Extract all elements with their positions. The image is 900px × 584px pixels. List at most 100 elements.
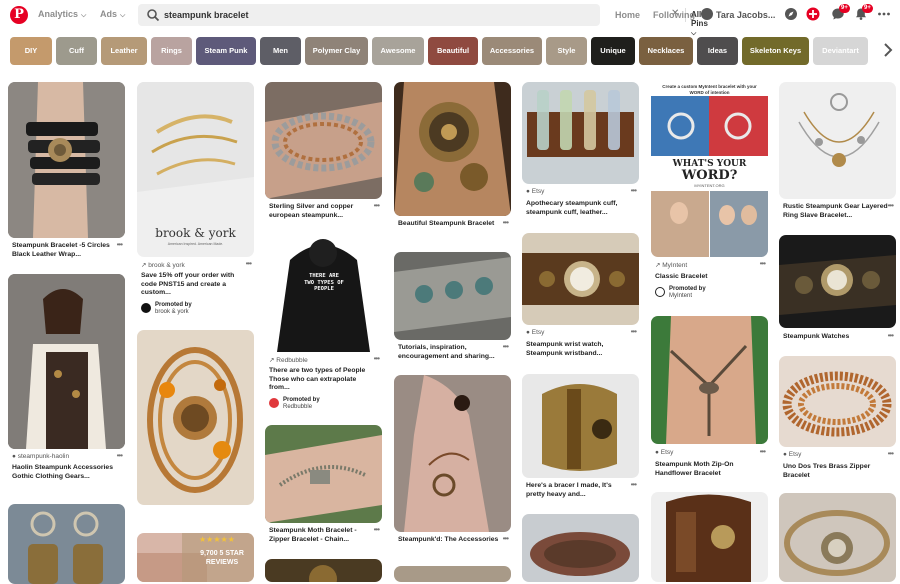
home-link[interactable]: Home <box>615 10 640 20</box>
pin-image[interactable] <box>394 566 511 582</box>
search-input[interactable] <box>164 7 544 23</box>
pin-image[interactable] <box>779 82 896 199</box>
more-options-icon[interactable]: ••• <box>888 331 894 340</box>
pin-image[interactable]: THERE ARE TWO TYPES OF PEOPLE <box>265 235 382 352</box>
pinterest-logo-icon[interactable]: P <box>10 6 28 24</box>
more-options-icon[interactable]: ••• <box>374 354 380 363</box>
pin-title[interactable]: Rustic Steampunk Gear Layered Ring Slave… <box>783 203 889 220</box>
analytics-menu[interactable]: Analytics ⌵ <box>38 9 86 20</box>
pin-image[interactable]: Create a custom MyIntent bracelet with y… <box>651 82 768 257</box>
pin-image[interactable] <box>8 274 125 449</box>
chip-beautiful[interactable]: Beautiful <box>428 37 478 65</box>
more-options-icon[interactable]: ••• <box>631 186 637 195</box>
create-plus-icon[interactable] <box>806 7 820 21</box>
pin-title[interactable]: Save 15% off your order with code PNST15… <box>141 272 247 298</box>
chip-cuff[interactable]: Cuff <box>56 37 97 65</box>
more-options-icon[interactable]: ••• <box>503 534 509 543</box>
pin-title[interactable]: Here's a bracer I made, It's pretty heav… <box>526 482 632 499</box>
more-options-icon[interactable] <box>877 7 891 21</box>
pin-image[interactable] <box>394 252 511 340</box>
chip-ideas[interactable]: Ideas <box>697 37 738 65</box>
pin-image[interactable]: brook & york American Inspired. American… <box>137 82 254 257</box>
chip-rings[interactable]: Rings <box>151 37 192 65</box>
pin-title[interactable]: Steampunk'd: The Accessories <box>398 536 504 545</box>
pin-source[interactable]: ● Etsy <box>655 449 673 456</box>
pin-title[interactable]: Steampunk Watches <box>783 333 889 342</box>
more-options-icon[interactable]: ••• <box>246 259 252 268</box>
promoted-by[interactable]: Promoted by brook & york <box>155 302 192 316</box>
more-options-icon[interactable]: ••• <box>503 342 509 351</box>
pin-source[interactable]: ● Etsy <box>783 451 801 458</box>
pin-title[interactable]: Sterling Silver and copper european stea… <box>269 203 375 220</box>
brand-logo-text: brook & york <box>155 226 236 240</box>
more-options-icon[interactable]: ••• <box>888 449 894 458</box>
chip-necklaces[interactable]: Necklaces <box>639 37 693 65</box>
chip-polymer-clay[interactable]: Polymer Clay <box>305 37 368 65</box>
chevron-right-icon[interactable] <box>881 42 895 58</box>
chip-deviantart[interactable]: Deviantart <box>813 37 868 65</box>
more-options-icon[interactable]: ••• <box>503 218 509 227</box>
pin-title[interactable]: Beautiful Steampunk Bracelet <box>398 220 504 229</box>
chip-style[interactable]: Style <box>546 37 587 65</box>
pin-source[interactable]: ● steampunk-haolin <box>12 453 69 460</box>
chip-awesome[interactable]: Awesome <box>372 37 424 65</box>
pin-title[interactable]: Uno Dos Tres Brass Zipper Bracelet <box>783 463 889 480</box>
avatar[interactable] <box>701 8 713 20</box>
chip-label: Unique <box>600 46 626 55</box>
pin-image[interactable] <box>8 82 125 238</box>
pin-image[interactable] <box>779 235 896 328</box>
pin-source[interactable]: ↗ MyIntent <box>655 261 687 269</box>
pin-source[interactable]: ↗ Redbubble <box>269 356 308 364</box>
pin-image[interactable] <box>522 514 639 582</box>
pin-image[interactable] <box>394 375 511 532</box>
pin-source[interactable]: ● Etsy <box>526 329 544 336</box>
chip-unique[interactable]: Unique <box>591 37 635 65</box>
pin-title[interactable]: Tutorials, inspiration, encouragement an… <box>398 344 504 361</box>
more-options-icon[interactable]: ••• <box>631 480 637 489</box>
more-options-icon[interactable]: ••• <box>374 525 380 534</box>
pin-image[interactable] <box>651 316 768 444</box>
pin-image[interactable] <box>651 492 768 582</box>
more-options-icon[interactable]: ••• <box>631 327 637 336</box>
pin-image[interactable] <box>265 425 382 523</box>
chip-men[interactable]: Men <box>260 37 301 65</box>
pin-title[interactable]: Steampunk Moth Bracelet - Zipper Bracele… <box>269 527 375 544</box>
chip-accessories[interactable]: Accessories <box>482 37 542 65</box>
chip-diy[interactable]: DIY <box>10 37 52 65</box>
pin-source[interactable]: ● Etsy <box>526 188 544 195</box>
user-name-link[interactable]: Tara Jacobs... <box>716 10 775 20</box>
pin-image[interactable] <box>522 82 639 184</box>
promoted-by[interactable]: Promoted by MyIntent <box>669 286 706 300</box>
pin-image[interactable] <box>265 82 382 199</box>
pin-source[interactable]: ↗ brook & york <box>141 261 185 269</box>
pin-image[interactable]: ★★★★★ 9,700 5 STAR REVIEWS <box>137 533 254 582</box>
chip-skeleton-keys[interactable]: Skeleton Keys <box>742 37 809 65</box>
ads-menu[interactable]: Ads ⌵ <box>100 9 125 20</box>
more-options-icon[interactable]: ••• <box>760 259 766 268</box>
more-options-icon[interactable]: ••• <box>374 201 380 210</box>
pin-title[interactable]: Haolin Steampunk Accessories Gothic Clot… <box>12 464 118 481</box>
pin-title[interactable]: Steampunk Bracelet -5 Circles Black Leat… <box>12 242 118 259</box>
pin-title[interactable]: There are two types of People Those who … <box>269 367 375 393</box>
pin-image[interactable] <box>265 559 382 582</box>
more-options-icon[interactable]: ••• <box>117 240 123 249</box>
more-options-icon[interactable]: ••• <box>760 447 766 456</box>
pin-image[interactable] <box>137 330 254 505</box>
pin-image[interactable] <box>779 493 896 582</box>
pin-image[interactable] <box>394 82 511 216</box>
more-options-icon[interactable]: ••• <box>117 451 123 460</box>
pin-title[interactable]: Classic Bracelet <box>655 273 761 282</box>
chip-steam-punk[interactable]: Steam Punk <box>196 37 256 65</box>
pin-image[interactable] <box>8 504 125 584</box>
pin-image[interactable] <box>522 374 639 478</box>
promoted-by[interactable]: Promoted by Redbubble <box>283 397 320 411</box>
chip-leather[interactable]: Leather <box>101 37 147 65</box>
following-link[interactable]: Following <box>653 10 695 20</box>
pin-title[interactable]: Steampunk wrist watch, Steampunk wristba… <box>526 341 632 358</box>
pin-title[interactable]: Apothecary steampunk cuff, steampunk cuf… <box>526 200 632 217</box>
pin-image[interactable] <box>779 356 896 447</box>
more-options-icon[interactable]: ••• <box>888 201 894 210</box>
pin-image[interactable] <box>522 233 639 325</box>
pin-title[interactable]: Steampunk Moth Zip-On Handflower Bracele… <box>655 461 761 478</box>
explore-compass-icon[interactable] <box>784 7 798 21</box>
